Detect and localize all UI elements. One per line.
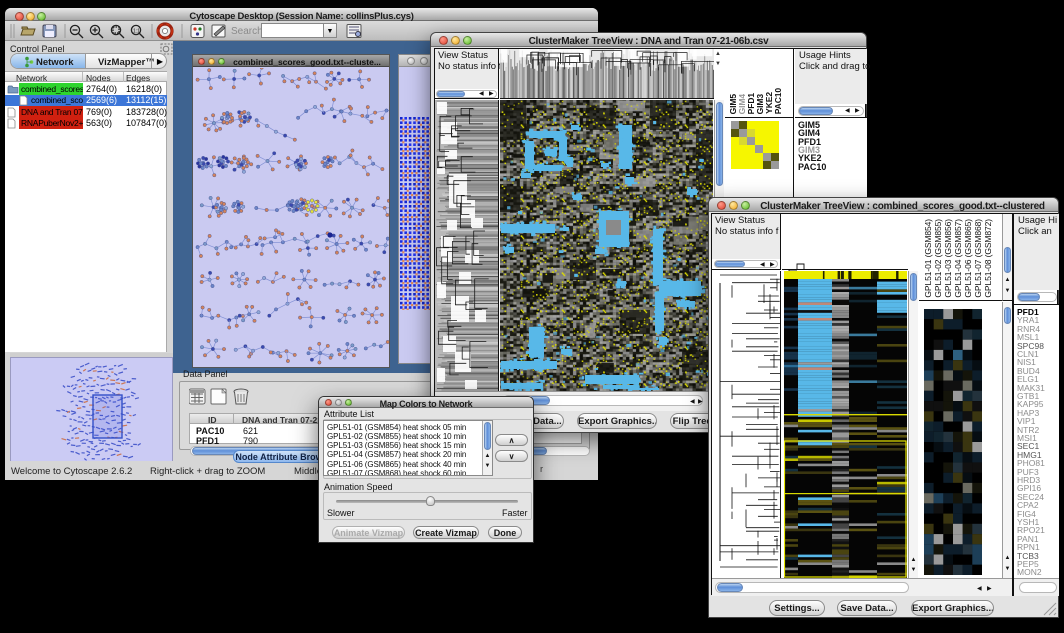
svg-text:1:1: 1:1 [133,29,140,35]
